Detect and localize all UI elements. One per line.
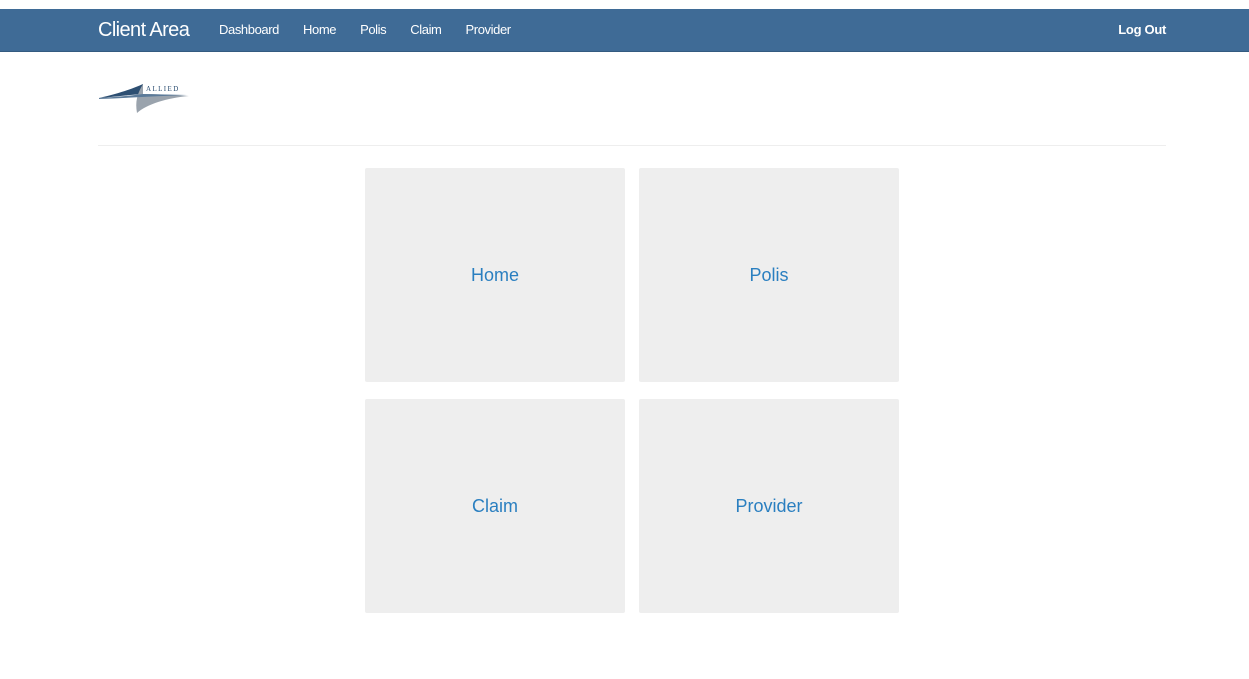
tile-label-claim: Claim: [471, 496, 518, 516]
nav-link-polis[interactable]: Polis: [360, 22, 387, 38]
nav-link-home[interactable]: Home: [303, 22, 336, 38]
logo-text: ALLIED: [146, 85, 180, 93]
nav-link-claim[interactable]: Claim: [410, 22, 442, 38]
nav-links: Dashboard Home Polis Claim Provider: [219, 22, 535, 38]
nav-link-provider[interactable]: Provider: [466, 22, 512, 38]
logout-link[interactable]: Log Out: [1118, 22, 1166, 38]
tile-label-polis: Polis: [749, 265, 789, 285]
tile-polis[interactable]: Polis: [639, 168, 899, 382]
allied-logo: ALLIED: [97, 80, 197, 114]
brand-link[interactable]: Client Area: [98, 19, 190, 41]
tile-home[interactable]: Home: [365, 168, 625, 382]
tile-label-provider: Provider: [735, 496, 803, 516]
nav-link-dashboard[interactable]: Dashboard: [219, 22, 279, 38]
top-navbar: Client Area Dashboard Home Polis Claim P…: [0, 9, 1249, 52]
tile-claim[interactable]: Claim: [365, 399, 625, 613]
tile-label-home: Home: [470, 265, 519, 285]
tile-provider[interactable]: Provider: [639, 399, 899, 613]
header-divider: [98, 145, 1166, 146]
